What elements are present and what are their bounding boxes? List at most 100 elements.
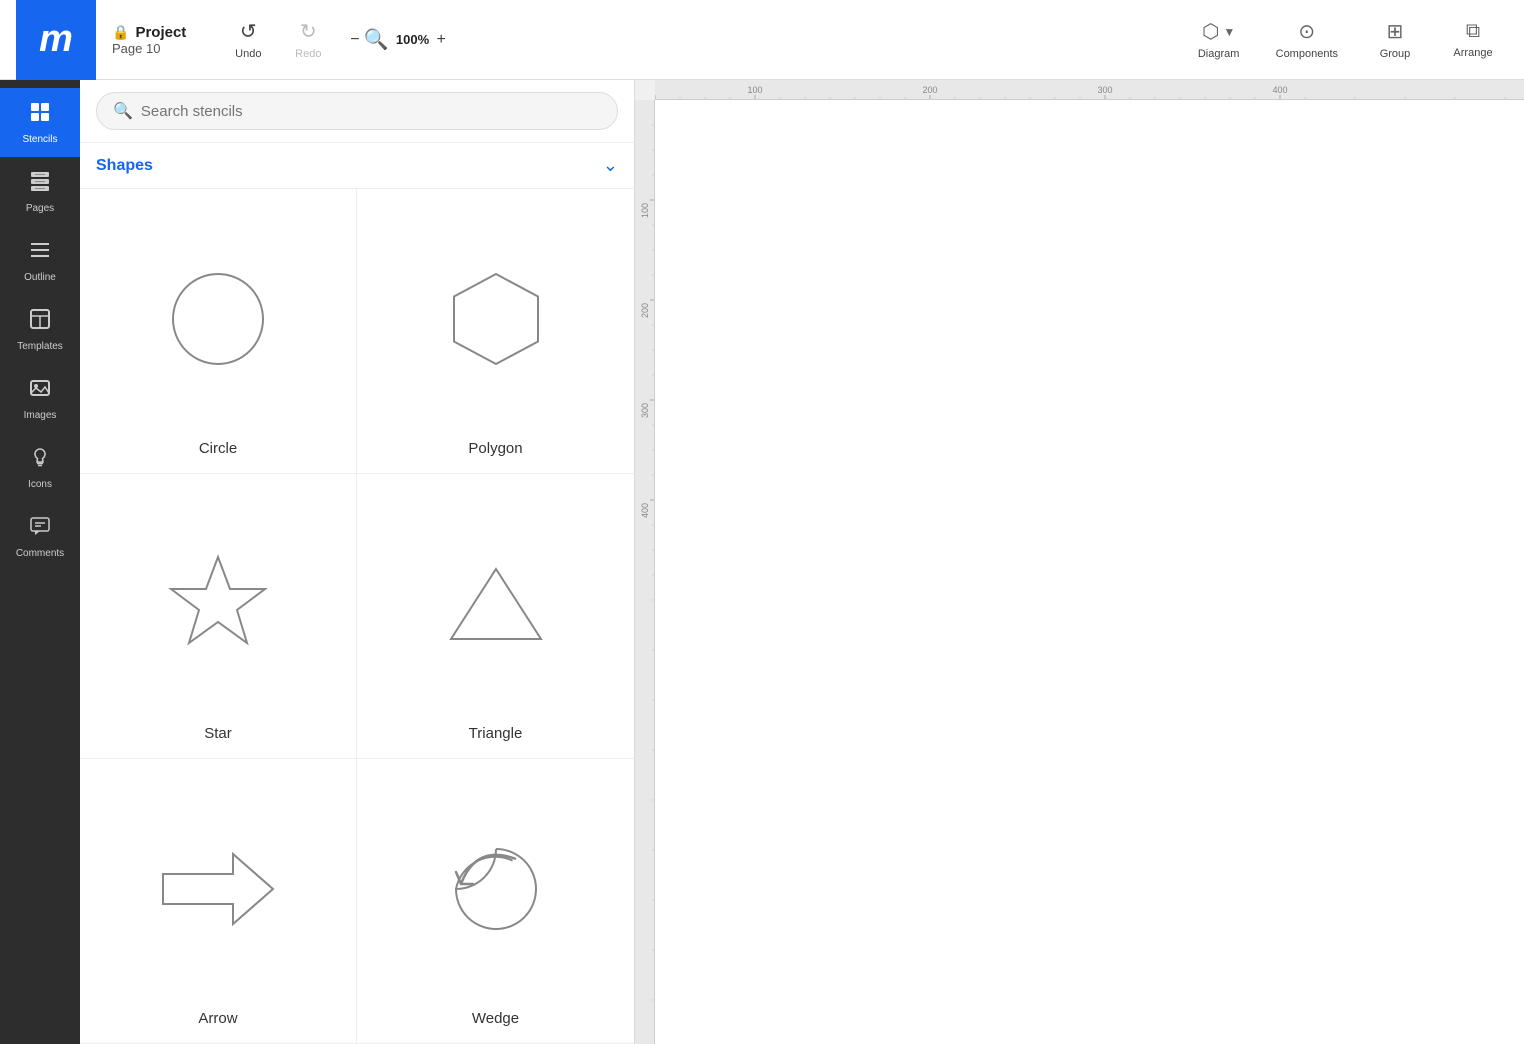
- redo-icon: ↻: [300, 19, 317, 44]
- wedge-shape-svg: [441, 834, 551, 944]
- shape-cell-star[interactable]: Star: [80, 474, 357, 759]
- project-title: 🔒 Project: [112, 24, 186, 41]
- undo-label: Undo: [235, 48, 261, 60]
- svg-text:100: 100: [640, 203, 650, 218]
- shape-cell-wedge[interactable]: Wedge: [357, 759, 634, 1044]
- zoom-control: − 🔍 100% +: [338, 21, 458, 58]
- canvas-content[interactable]: [655, 100, 1524, 1044]
- wedge-label: Wedge: [472, 1010, 519, 1027]
- polygon-shape-svg: [441, 264, 551, 374]
- undo-icon: ↺: [240, 19, 257, 44]
- sidebar-item-images[interactable]: Images: [0, 364, 80, 433]
- lock-icon: 🔒: [112, 24, 129, 41]
- svg-text:200: 200: [640, 303, 650, 318]
- icons-nav-label: Icons: [28, 479, 52, 490]
- comments-icon: [28, 514, 52, 544]
- main-layout: Stencils Pages: [0, 80, 1524, 1044]
- shape-cell-polygon[interactable]: Polygon: [357, 189, 634, 474]
- undo-button[interactable]: ↺ Undo: [218, 13, 278, 66]
- group-button[interactable]: ⊞ Group: [1360, 13, 1430, 66]
- triangle-shape-svg: [441, 549, 551, 659]
- shape-cell-circle[interactable]: Circle: [80, 189, 357, 474]
- project-info: 🔒 Project Page 10: [112, 24, 186, 56]
- templates-icon: [28, 307, 52, 337]
- arrow-shape-svg: [153, 844, 283, 934]
- sidebar-item-stencils[interactable]: Stencils: [0, 88, 80, 157]
- search-icon: 🔍: [113, 101, 133, 121]
- left-nav: Stencils Pages: [0, 80, 80, 1044]
- svg-text:100: 100: [747, 85, 762, 95]
- app-logo[interactable]: m: [16, 0, 96, 80]
- logo-letter: m: [39, 18, 73, 61]
- triangle-shape-wrap: [441, 494, 551, 713]
- diagram-chevron-icon: ▼: [1223, 25, 1235, 39]
- star-shape-wrap: [163, 494, 273, 713]
- stencils-panel: 🔍 Shapes ⌄ Circle: [80, 80, 635, 1044]
- toolbar: m 🔒 Project Page 10 ↺ Undo ↻ Redo − 🔍 10…: [0, 0, 1524, 80]
- canvas-area[interactable]: 100 200 300 400: [635, 80, 1524, 1044]
- diagram-label: Diagram: [1198, 48, 1240, 60]
- redo-button[interactable]: ↻ Redo: [278, 13, 338, 66]
- components-button[interactable]: ⊙ Components: [1262, 13, 1352, 66]
- polygon-shape-wrap: [441, 209, 551, 428]
- arrange-icon: ⧉: [1466, 20, 1480, 43]
- outline-nav-label: Outline: [24, 272, 56, 283]
- sidebar-item-icons[interactable]: Icons: [0, 433, 80, 502]
- polygon-label: Polygon: [468, 440, 522, 457]
- icons-nav-icon: [28, 445, 52, 475]
- shape-cell-arrow[interactable]: Arrow: [80, 759, 357, 1044]
- svg-text:300: 300: [640, 403, 650, 418]
- stencils-nav-label: Stencils: [22, 134, 57, 145]
- zoom-plus-icon[interactable]: +: [437, 31, 446, 49]
- group-label: Group: [1380, 48, 1411, 60]
- star-shape-svg: [163, 549, 273, 659]
- shape-cell-triangle[interactable]: Triangle: [357, 474, 634, 759]
- sidebar-item-templates[interactable]: Templates: [0, 295, 80, 364]
- svg-text:300: 300: [1097, 85, 1112, 95]
- zoom-minus-icon[interactable]: −: [350, 31, 359, 49]
- sidebar-item-comments[interactable]: Comments: [0, 502, 80, 571]
- star-label: Star: [204, 725, 232, 742]
- ruler-left-svg: 100 200 300 400: [635, 100, 655, 1044]
- diagram-icon: ⬡: [1202, 19, 1219, 44]
- toolbar-right: ⬡ ▼ Diagram ⊙ Components ⊞ Group ⧉ Arran…: [1184, 13, 1508, 66]
- components-label: Components: [1276, 48, 1338, 60]
- shapes-grid: Circle Polygon Star: [80, 189, 634, 1044]
- arrow-shape-wrap: [153, 779, 283, 998]
- circle-shape-wrap: [163, 209, 273, 428]
- search-input-wrap[interactable]: 🔍: [96, 92, 618, 130]
- redo-label: Redo: [295, 48, 321, 60]
- diagram-button[interactable]: ⬡ ▼ Diagram: [1184, 13, 1254, 66]
- sidebar-item-pages[interactable]: Pages: [0, 157, 80, 226]
- ruler-top-svg: 100 200 300 400: [655, 80, 1524, 100]
- svg-text:400: 400: [640, 503, 650, 518]
- outline-icon: [28, 238, 52, 268]
- group-icon: ⊞: [1387, 19, 1404, 44]
- components-icon: ⊙: [1298, 19, 1315, 44]
- arrow-label: Arrow: [198, 1010, 237, 1027]
- circle-label: Circle: [199, 440, 237, 457]
- pages-nav-label: Pages: [26, 203, 54, 214]
- shapes-title: Shapes: [96, 157, 153, 175]
- stencils-icon: [28, 100, 52, 130]
- project-page: Page 10: [112, 41, 186, 56]
- triangle-label: Triangle: [469, 725, 523, 742]
- images-icon: [28, 376, 52, 406]
- circle-shape-svg: [163, 264, 273, 374]
- arrange-button[interactable]: ⧉ Arrange: [1438, 14, 1508, 65]
- ruler-top: 100 200 300 400: [655, 80, 1524, 100]
- zoom-value[interactable]: 100%: [393, 32, 433, 47]
- shapes-collapse-icon[interactable]: ⌄: [603, 155, 618, 176]
- shapes-header: Shapes ⌄: [80, 143, 634, 189]
- wedge-shape-wrap: [441, 779, 551, 998]
- search-input[interactable]: [141, 103, 601, 120]
- search-bar: 🔍: [80, 80, 634, 143]
- images-nav-label: Images: [24, 410, 57, 421]
- svg-text:200: 200: [922, 85, 937, 95]
- comments-nav-label: Comments: [16, 548, 64, 559]
- svg-text:400: 400: [1272, 85, 1287, 95]
- ruler-left: 100 200 300 400: [635, 100, 655, 1044]
- pages-icon: [28, 169, 52, 199]
- sidebar-item-outline[interactable]: Outline: [0, 226, 80, 295]
- arrange-label: Arrange: [1453, 47, 1492, 59]
